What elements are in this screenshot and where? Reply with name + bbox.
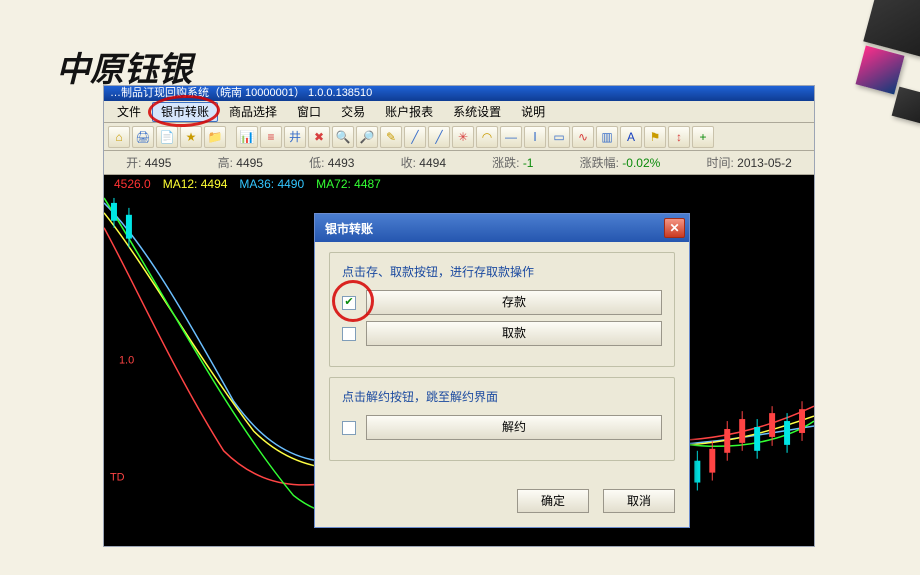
print-icon[interactable]: 🖨 (132, 126, 154, 148)
td-label: TD (110, 472, 125, 484)
menu-item-5[interactable]: 账户报表 (376, 102, 442, 122)
arc-icon[interactable]: ◠ (476, 126, 498, 148)
ma12-value: MA12: 4494 (163, 177, 228, 191)
box-icon[interactable]: ▥ (596, 126, 618, 148)
menu-item-6[interactable]: 系统设置 (444, 102, 510, 122)
toolbar: ⌂🖨📄★📁📊≡井✖🔍🔎✎╱╱✳◠—Ⅰ▭∿▥A⚑↕+ (104, 123, 814, 151)
home-icon[interactable]: ⌂ (108, 126, 130, 148)
deposit-withdraw-group: 点击存、取款按钮，进行存取款操作 ✔ 存款 取款 (329, 252, 675, 367)
a-icon[interactable]: A (620, 126, 642, 148)
menu-item-3[interactable]: 窗口 (288, 102, 330, 122)
ma5-value: 4526.0 (114, 177, 151, 191)
zoom-in-icon[interactable]: 🔍 (332, 126, 354, 148)
tag-icon[interactable]: ⚑ (644, 126, 666, 148)
menu-item-4[interactable]: 交易 (332, 102, 374, 122)
ok-button[interactable]: 确定 (517, 489, 589, 513)
low-value: 4493 (328, 156, 355, 170)
axis-label: 1.0 (119, 355, 134, 367)
ma36-value: MA36: 4490 (239, 177, 304, 191)
cancel-button[interactable]: 取消 (603, 489, 675, 513)
menu-bar: 文件银市转账商品选择窗口交易账户报表系统设置说明 (104, 101, 814, 123)
close-button[interactable]: ✕ (664, 218, 685, 238)
pencil-icon[interactable]: ✎ (380, 126, 402, 148)
deposit-checkbox[interactable]: ✔ (342, 296, 356, 310)
menu-item-0[interactable]: 文件 (108, 102, 150, 122)
text-icon[interactable]: Ⅰ (524, 126, 546, 148)
open-value: 4495 (145, 156, 172, 170)
high-value: 4495 (236, 156, 263, 170)
cancel-contract-checkbox[interactable] (342, 421, 356, 435)
open-label: 开: (126, 156, 141, 170)
ma72-value: MA72: 4487 (316, 177, 381, 191)
line1-icon[interactable]: ╱ (404, 126, 426, 148)
close-label: 收: (401, 156, 416, 170)
high-label: 高: (218, 156, 233, 170)
cancel-contract-button[interactable]: 解约 (366, 415, 662, 440)
change-pct-value: -0.02% (622, 156, 660, 170)
wave-icon[interactable]: ∿ (572, 126, 594, 148)
decorative-corner (800, 0, 920, 120)
rect-icon[interactable]: ▭ (548, 126, 570, 148)
line2-icon[interactable]: ╱ (428, 126, 450, 148)
withdraw-button[interactable]: 取款 (366, 321, 662, 346)
cancel-contract-group: 点击解约按钮，跳至解约界面 解约 (329, 377, 675, 461)
zoom-out-icon[interactable]: 🔎 (356, 126, 378, 148)
x-icon[interactable]: ✖ (308, 126, 330, 148)
menu-item-2[interactable]: 商品选择 (220, 102, 286, 122)
chart-icon[interactable]: 📊 (236, 126, 258, 148)
group1-title: 点击存、取款按钮，进行存取款操作 (342, 263, 662, 280)
change-label: 涨跌: (492, 156, 519, 170)
time-label: 时间: (706, 156, 733, 170)
deposit-button[interactable]: 存款 (366, 290, 662, 315)
menu-item-1[interactable]: 银市转账 (152, 102, 218, 122)
bars-icon[interactable]: ≡ (260, 126, 282, 148)
hline-icon[interactable]: — (500, 126, 522, 148)
menu-item-7[interactable]: 说明 (512, 102, 554, 122)
doc-icon[interactable]: 📄 (156, 126, 178, 148)
slide-title: 中原钰银 (56, 42, 192, 91)
app-titlebar: …制品订现回购系统（皖南 10000001） 1.0.0.138510 (104, 86, 814, 101)
change-value: -1 (523, 156, 534, 170)
price-info-bar: 开: 4495 高: 4495 低: 4493 收: 4494 涨跌: -1 涨… (104, 151, 814, 175)
dialog-title: 银市转账 (325, 220, 373, 237)
close-icon: ✕ (669, 221, 679, 235)
close-value: 4494 (419, 156, 446, 170)
dialog-titlebar[interactable]: 银市转账 ✕ (315, 214, 689, 242)
fan-icon[interactable]: ✳ (452, 126, 474, 148)
time-value: 2013-05-2 (737, 156, 792, 170)
plus-icon[interactable]: + (692, 126, 714, 148)
change-pct-label: 涨跌幅: (580, 156, 619, 170)
withdraw-checkbox[interactable] (342, 327, 356, 341)
grid-icon[interactable]: 井 (284, 126, 306, 148)
group2-title: 点击解约按钮，跳至解约界面 (342, 388, 662, 405)
low-label: 低: (309, 156, 324, 170)
star-icon[interactable]: ★ (180, 126, 202, 148)
bank-transfer-dialog: 银市转账 ✕ 点击存、取款按钮，进行存取款操作 ✔ 存款 取款 点击解约按钮，跳… (314, 213, 690, 528)
folder-icon[interactable]: 📁 (204, 126, 226, 148)
moving-average-line: 4526.0 MA12: 4494 MA36: 4490 MA72: 4487 (104, 175, 814, 193)
ruler-icon[interactable]: ↕ (668, 126, 690, 148)
